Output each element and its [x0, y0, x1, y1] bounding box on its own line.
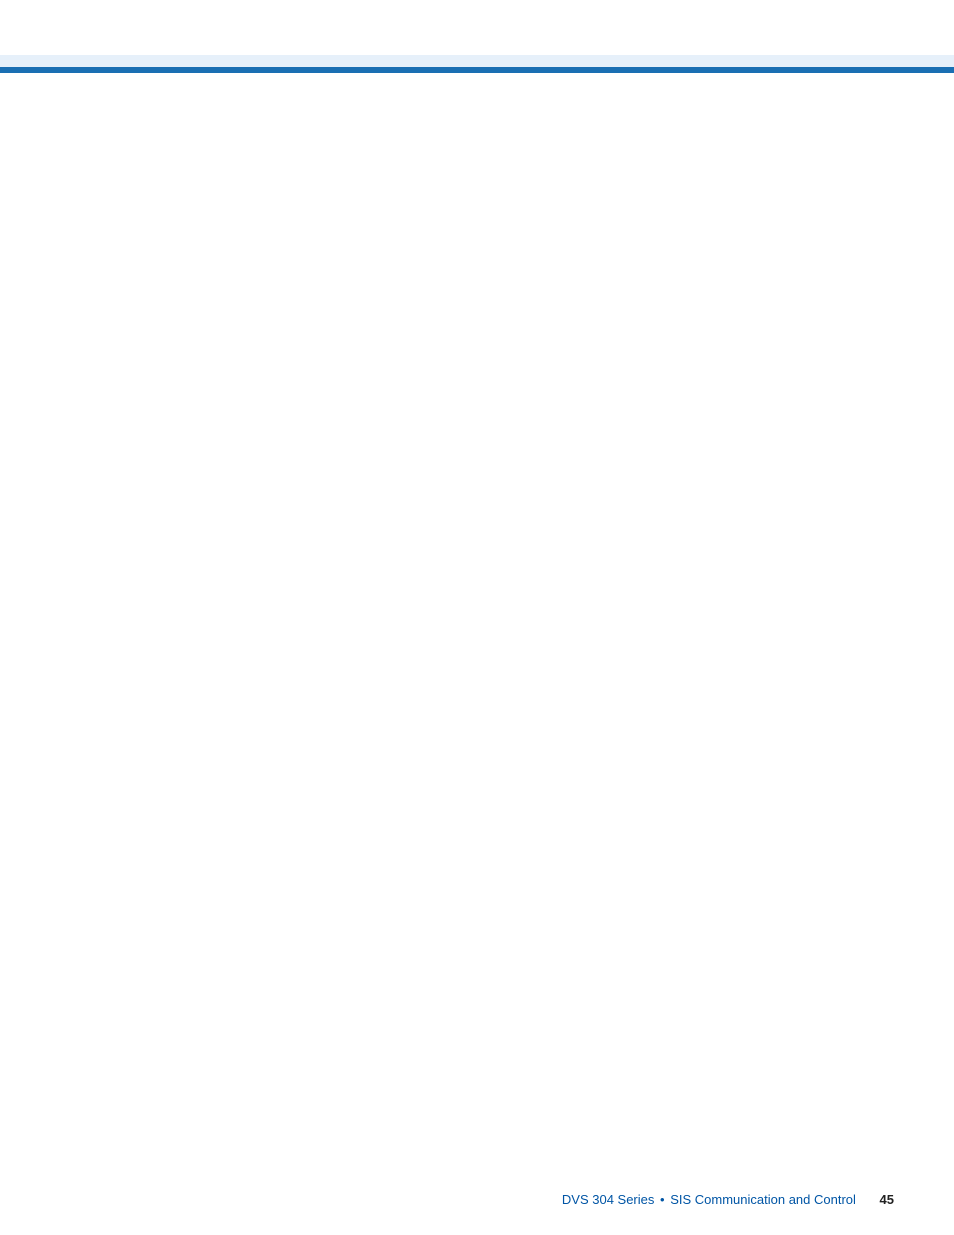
bullet-icon: • [658, 1192, 667, 1207]
page-footer: DVS 304 Series • SIS Communication and C… [0, 1192, 954, 1207]
footer-product: DVS 304 Series [562, 1192, 655, 1207]
page-content: SIS Command and Response Table for IP Co… [0, 0, 80, 55]
header-band-light [0, 55, 954, 67]
page-number: 45 [860, 1192, 894, 1207]
footer-section: SIS Communication and Control [670, 1192, 856, 1207]
header-band-dark [0, 67, 954, 73]
